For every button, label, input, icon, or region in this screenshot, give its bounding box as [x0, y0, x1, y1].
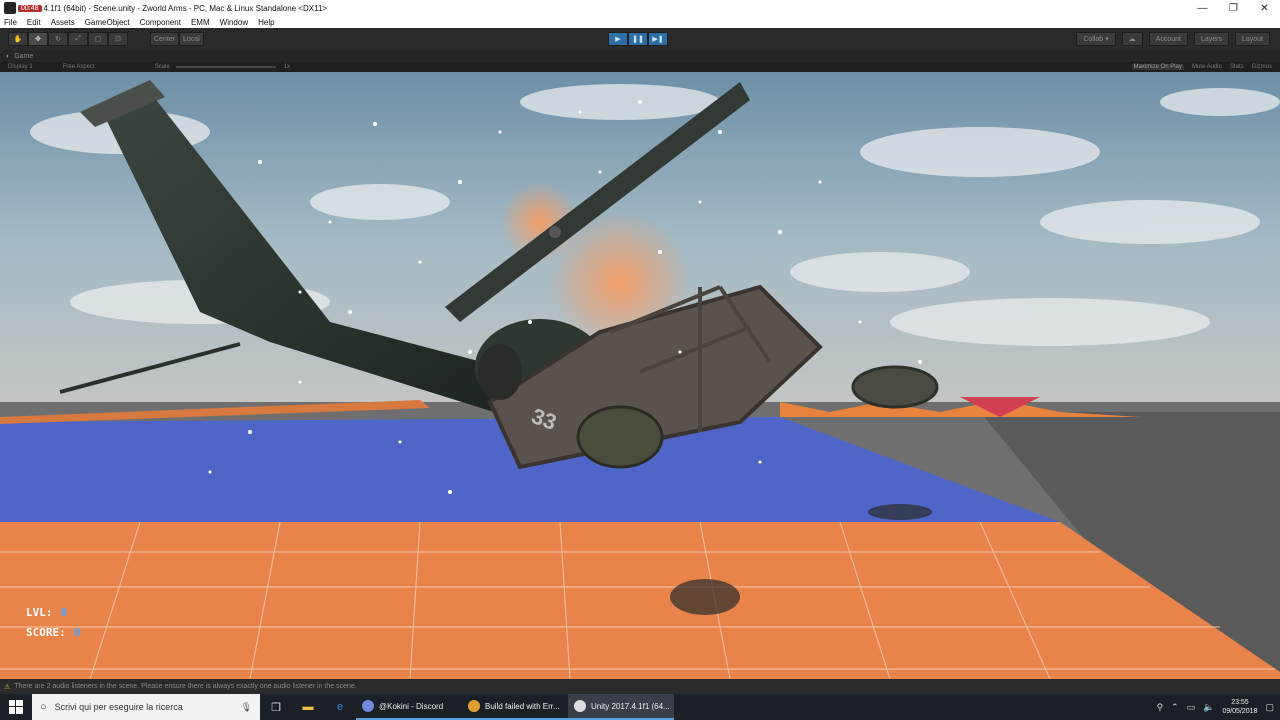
pivot-controls: Center Local — [150, 32, 204, 46]
recording-badge: 00:48 — [18, 4, 42, 12]
edge-browser-icon[interactable]: e — [324, 694, 356, 720]
minimize-button[interactable]: — — [1187, 0, 1218, 16]
rect-tool-icon[interactable]: ▢ — [88, 32, 108, 46]
menu-gameobject[interactable]: GameObject — [85, 18, 130, 27]
search-icon: ○ — [40, 701, 47, 713]
menu-bar: File Edit Assets GameObject Component EM… — [0, 16, 1280, 28]
system-tray: ⚲ ⌃ ▭ 🔈 23:55 09/05/2018 ▢ — [1157, 698, 1280, 716]
score-value: 0 — [73, 626, 81, 639]
menu-file[interactable]: File — [4, 18, 17, 27]
game-view-options: Maximize On Play Mute Audio Stats Gizmos — [1131, 64, 1272, 70]
transform-tools: ✋ ✥ ↻ ⤢ ▢ ⊡ — [8, 32, 128, 46]
title-bar: 00:48 4.1f1 (64bit) - Scene.unity - Zwor… — [0, 0, 1280, 16]
notifications-icon[interactable]: ▢ — [1265, 702, 1274, 713]
search-placeholder: Scrivi qui per eseguire la ricerca — [54, 702, 183, 712]
task-view-icon[interactable]: ❐ — [260, 694, 292, 720]
scale-tool-icon[interactable]: ⤢ — [68, 32, 88, 46]
menu-assets[interactable]: Assets — [51, 18, 75, 27]
clock[interactable]: 23:55 09/05/2018 — [1222, 698, 1257, 716]
unity-app-icon — [4, 2, 16, 14]
account-dropdown[interactable]: Account — [1148, 32, 1188, 46]
play-controls: ▶ ❚❚ ▶❚ — [608, 32, 668, 46]
aspect-dropdown[interactable]: Free Aspect — [63, 64, 95, 70]
menu-edit[interactable]: Edit — [27, 18, 41, 27]
mute-audio-toggle[interactable]: Mute Audio — [1192, 64, 1222, 70]
tire-shadow — [868, 504, 932, 520]
close-button[interactable]: ✕ — [1249, 0, 1280, 16]
microphone-icon[interactable]: 🎙 — [241, 702, 252, 713]
unity-icon — [574, 700, 586, 712]
windows-taskbar: ○ Scrivi qui per eseguire la ricerca 🎙 ❐… — [0, 694, 1280, 720]
status-message: There are 2 audio listeners in the scene… — [14, 683, 357, 690]
play-icon[interactable]: ▶ — [608, 32, 628, 46]
task-label: @Kokini - Discord — [379, 701, 444, 711]
volume-icon[interactable]: 🔈 — [1203, 702, 1214, 713]
windows-start-icon[interactable] — [0, 694, 32, 720]
hand-tool-icon[interactable]: ✋ — [8, 32, 28, 46]
taskbar-item-discord[interactable]: @Kokini - Discord — [356, 694, 462, 720]
hud-level: LVL: 0 — [26, 606, 67, 619]
game-viewport[interactable]: 33 LVL: 0 SCORE: 0 — [0, 72, 1280, 679]
step-icon[interactable]: ▶❚ — [648, 32, 668, 46]
layers-dropdown[interactable]: Layers — [1193, 32, 1229, 46]
game-tab-label: Game — [14, 52, 34, 60]
file-explorer-icon[interactable]: ▬ — [292, 694, 324, 720]
pivot-local-button[interactable]: Local — [179, 32, 204, 46]
scale-label: Scale — [154, 64, 170, 70]
display-dropdown[interactable]: Display 1 — [8, 64, 33, 70]
transform-tool-icon[interactable]: ⊡ — [108, 32, 128, 46]
show-hidden-icons-icon[interactable]: ⌃ — [1171, 702, 1179, 713]
game-tab[interactable]: ◐ Game — [0, 50, 1280, 62]
taskbar-item-chrome[interactable]: Build failed with Err... — [462, 694, 568, 720]
game-view-toolbar: Display 1 Free Aspect Scale 1x Maximize … — [0, 62, 1280, 72]
maximize-button[interactable]: ❐ — [1218, 0, 1249, 16]
menu-help[interactable]: Help — [258, 18, 274, 27]
network-icon[interactable]: ▭ — [1187, 702, 1196, 713]
rotate-tool-icon[interactable]: ↻ — [48, 32, 68, 46]
chrome-icon — [468, 700, 480, 712]
menu-component[interactable]: Component — [140, 18, 181, 27]
front-wheel — [576, 405, 664, 469]
layout-dropdown[interactable]: Layout — [1234, 32, 1270, 46]
scale-slider[interactable] — [175, 66, 276, 68]
clock-time: 23:55 — [1231, 699, 1249, 706]
console-status-bar[interactable]: ⚠ There are 2 audio listeners in the sce… — [0, 679, 1280, 694]
game-tab-icon: ◐ — [6, 52, 11, 60]
loose-tire — [851, 365, 939, 409]
gizmos-dropdown[interactable]: Gizmos — [1252, 64, 1272, 70]
orange-floor — [0, 522, 1280, 679]
move-tool-icon[interactable]: ✥ — [28, 32, 48, 46]
task-label: Build failed with Err... — [485, 701, 560, 711]
scale-value: 1x — [283, 64, 291, 70]
main-toolbar: ✋ ✥ ↻ ⤢ ▢ ⊡ Center Local ▶ ❚❚ ▶❚ Collab … — [0, 28, 1280, 50]
toolbar-right: Collab ▾ ☁ Account Layers Layout — [1076, 32, 1270, 46]
taskbar-item-unity[interactable]: Unity 2017.4.1f1 (64... — [568, 694, 674, 720]
collab-dropdown[interactable]: Collab ▾ — [1076, 32, 1116, 46]
menu-window[interactable]: Window — [220, 18, 248, 27]
pivot-center-button[interactable]: Center — [150, 32, 180, 46]
maximize-on-play-toggle[interactable]: Maximize On Play — [1131, 64, 1184, 70]
taskbar-search-box[interactable]: ○ Scrivi qui per eseguire la ricerca 🎙 — [32, 694, 260, 720]
people-icon[interactable]: ⚲ — [1157, 702, 1164, 713]
unity-window: { "window": { "recording_badge": "00:48"… — [0, 0, 1280, 720]
wheel-shadow — [670, 579, 740, 615]
pause-icon[interactable]: ❚❚ — [628, 32, 648, 46]
discord-icon — [362, 700, 374, 712]
stats-toggle[interactable]: Stats — [1230, 64, 1244, 70]
clock-date: 09/05/2018 — [1222, 708, 1258, 715]
lvl-value: 0 — [60, 606, 68, 619]
hud-score: SCORE: 0 — [26, 626, 80, 639]
game-scene: 33 — [0, 72, 1280, 679]
menu-emm[interactable]: EMM — [191, 18, 210, 27]
window-title: 4.1f1 (64bit) - Scene.unity - Zworld Arm… — [43, 3, 328, 13]
cloud-icon[interactable]: ☁ — [1121, 32, 1143, 46]
lvl-label: LVL: — [26, 606, 53, 619]
warning-icon: ⚠ — [4, 683, 11, 691]
task-label: Unity 2017.4.1f1 (64... — [591, 701, 670, 711]
score-label: SCORE: — [26, 626, 66, 639]
